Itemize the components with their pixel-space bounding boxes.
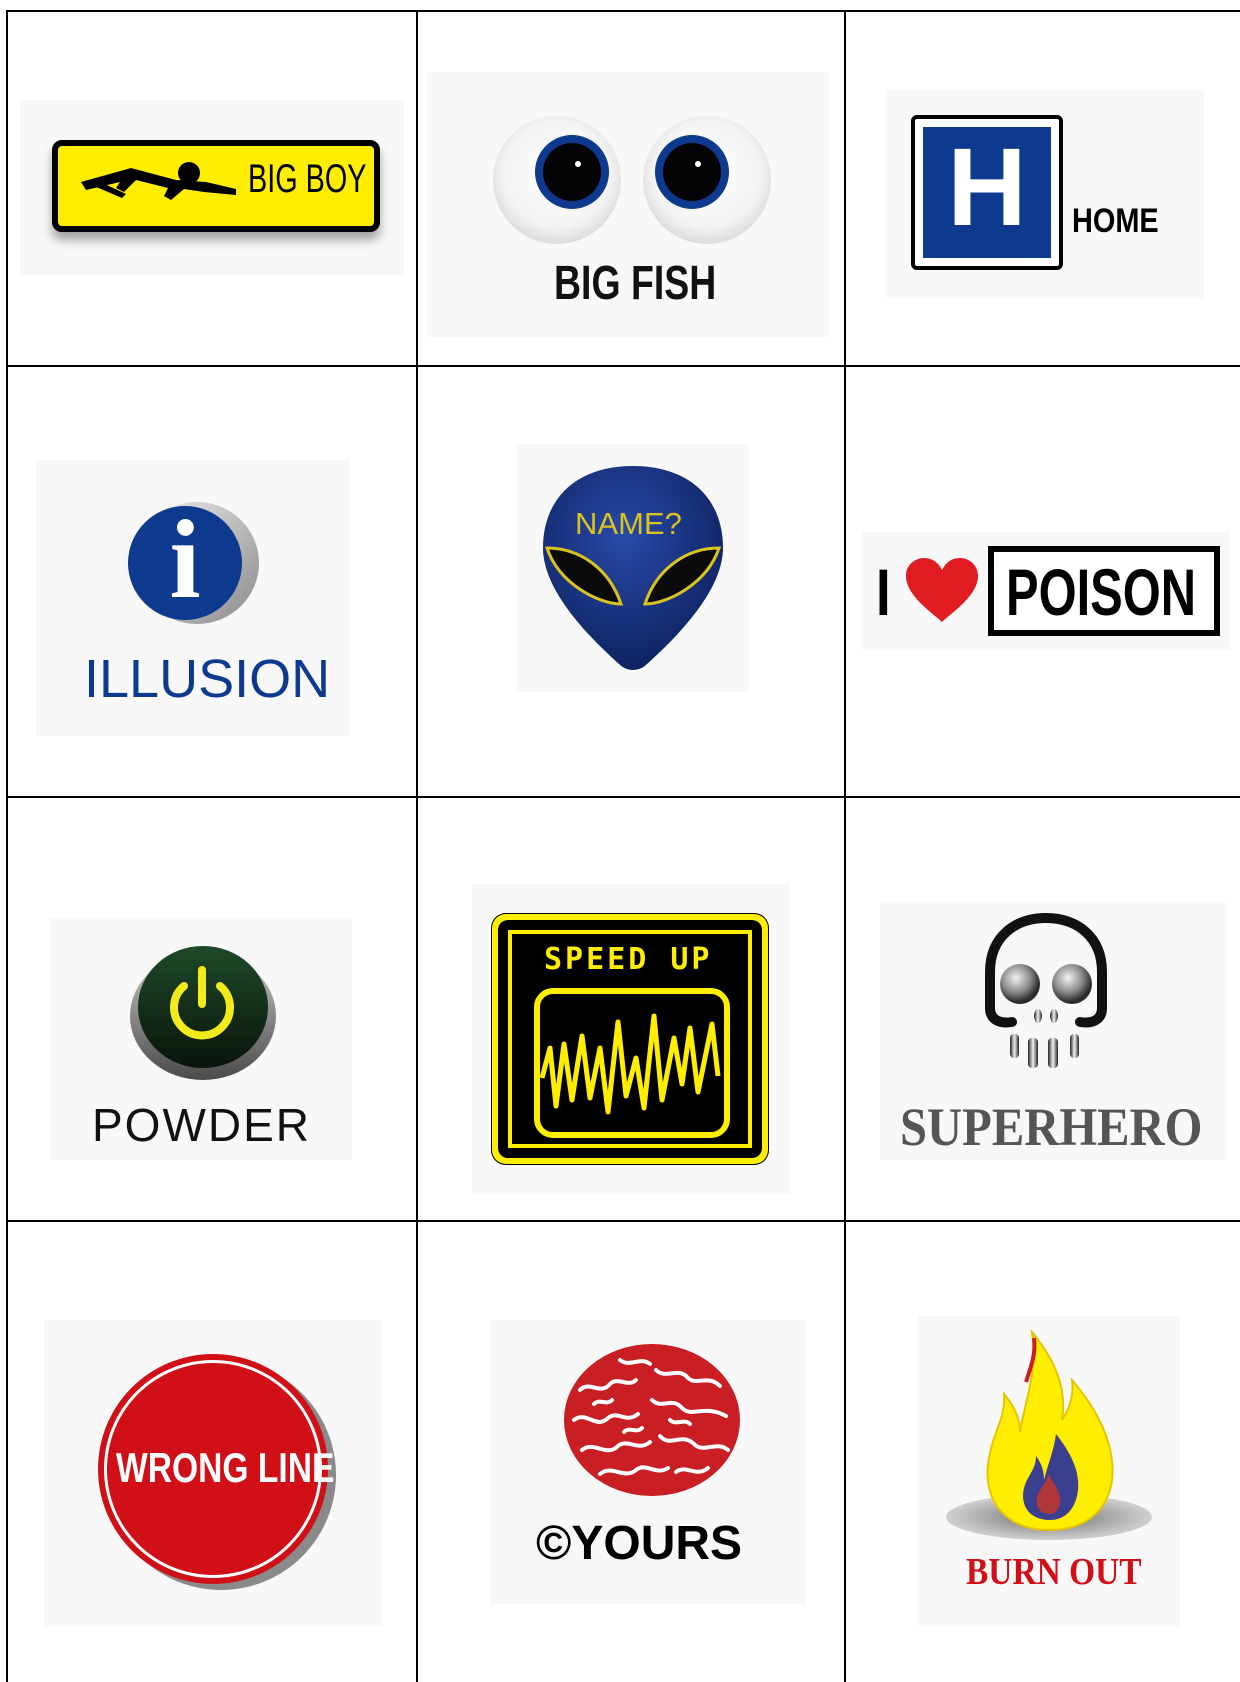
card-label: ILLUSION <box>84 649 331 709</box>
info-icon: i <box>128 500 242 620</box>
card-superhero: SUPERHERO <box>880 902 1226 1160</box>
alien-label: NAME? <box>575 506 682 541</box>
card-yours: ©YOURS <box>490 1320 806 1604</box>
heart-icon <box>906 558 978 622</box>
grid-divider-col-2 <box>844 10 846 1682</box>
waveform-icon <box>534 988 730 1138</box>
card-big-boy: BIG BOY <box>20 100 404 275</box>
grid-border-top <box>6 10 1240 12</box>
grid-divider-col-1 <box>416 10 418 1682</box>
brain-icon <box>564 1344 740 1496</box>
card-label: BURN OUT <box>966 1551 1142 1593</box>
flame-icon <box>986 1328 1114 1532</box>
googly-eyes-icon <box>493 116 771 244</box>
card-poison: I POISON <box>862 532 1230 650</box>
card-name: NAME? <box>517 444 749 692</box>
card-powder: POWDER <box>50 918 352 1160</box>
grid-divider-row-3 <box>6 1220 1240 1222</box>
card-big-fish: BIG FISH <box>427 72 829 337</box>
card-wrong-line: WRONG LINE <box>44 1320 382 1626</box>
crawling-man-icon <box>81 162 236 200</box>
hospital-sign-icon: H <box>911 115 1063 270</box>
grid-divider-row-2 <box>6 796 1240 798</box>
card-label: POISON <box>1006 555 1196 629</box>
card-illusion: i ILLUSION <box>36 460 350 736</box>
card-burn-out: BURN OUT <box>918 1316 1180 1626</box>
sign-label: BIG BOY <box>248 157 367 201</box>
card-label: ©YOURS <box>536 1517 743 1570</box>
card-label: POWDER <box>92 1099 311 1151</box>
skull-icon <box>985 912 1107 1068</box>
card-label: WRONG LINE <box>116 1444 335 1491</box>
hospital-letter: H <box>947 126 1027 249</box>
i-letter: I <box>876 555 891 629</box>
grid-divider-row-1 <box>6 365 1240 367</box>
alien-head-icon <box>543 466 723 670</box>
card-label: HOME <box>1072 202 1159 240</box>
card-label: BIG FISH <box>554 257 717 310</box>
grid-border-left <box>6 10 8 1682</box>
power-icon <box>170 966 234 1040</box>
card-home: H HOME <box>886 90 1204 298</box>
card-label: SUPERHERO <box>900 1097 1203 1157</box>
screen-title: SPEED UP <box>544 942 713 977</box>
card-speed-up: SPEED UP <box>472 884 790 1194</box>
